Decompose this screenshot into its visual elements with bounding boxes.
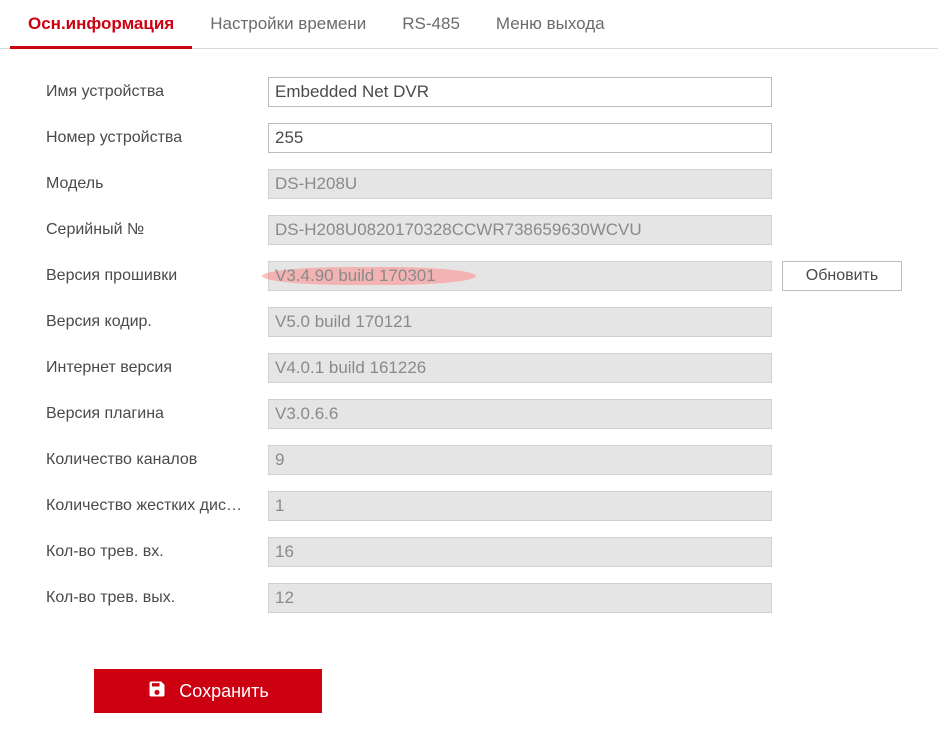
label-web-version: Интернет версия <box>46 359 268 377</box>
field-encoding <box>268 307 772 337</box>
field-firmware <box>268 261 772 291</box>
tab-exit-menu[interactable]: Меню выхода <box>478 0 623 49</box>
tabs-bar: Осн.информация Настройки времени RS-485 … <box>0 0 938 49</box>
label-device-no: Номер устройства <box>46 129 268 147</box>
label-model: Модель <box>46 175 268 193</box>
label-alarm-in: Кол-во трев. вх. <box>46 543 268 561</box>
label-alarm-out: Кол-во трев. вых. <box>46 589 268 607</box>
label-device-name: Имя устройства <box>46 83 268 101</box>
field-hdd-count <box>268 491 772 521</box>
label-encoding: Версия кодир. <box>46 313 268 331</box>
field-alarm-in <box>268 537 772 567</box>
tab-time-settings[interactable]: Настройки времени <box>192 0 384 49</box>
input-device-no[interactable] <box>268 123 772 153</box>
field-web-version <box>268 353 772 383</box>
save-button-label: Сохранить <box>179 681 268 702</box>
tab-rs485[interactable]: RS-485 <box>384 0 478 49</box>
field-model <box>268 169 772 199</box>
form-area: Имя устройства Номер устройства Модель С… <box>0 49 938 713</box>
tab-basic-info[interactable]: Осн.информация <box>10 0 192 49</box>
label-hdd-count: Количество жестких дис… <box>46 497 268 515</box>
field-serial <box>268 215 772 245</box>
save-button[interactable]: Сохранить <box>94 669 322 713</box>
label-channel-count: Количество каналов <box>46 451 268 469</box>
field-channel-count <box>268 445 772 475</box>
firmware-field-wrap <box>268 261 772 291</box>
label-firmware: Версия прошивки <box>46 267 268 285</box>
field-plugin-version <box>268 399 772 429</box>
field-alarm-out <box>268 583 772 613</box>
save-icon <box>147 679 167 704</box>
label-serial: Серийный № <box>46 221 268 239</box>
input-device-name[interactable] <box>268 77 772 107</box>
update-button[interactable]: Обновить <box>782 261 902 291</box>
label-plugin-version: Версия плагина <box>46 405 268 423</box>
